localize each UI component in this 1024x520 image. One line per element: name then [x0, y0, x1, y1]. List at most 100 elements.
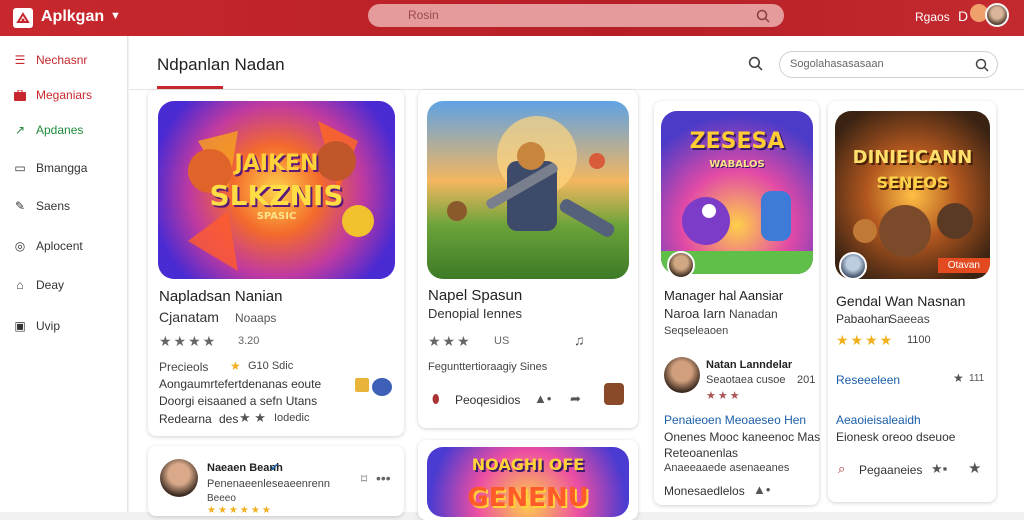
user-extra: 201 — [797, 374, 816, 386]
meta-label: Precieols — [159, 360, 209, 374]
user-name[interactable]: Rgaos — [915, 10, 950, 24]
search-icon[interactable] — [756, 8, 770, 31]
rating-stars: ★★★ — [706, 390, 742, 402]
status-badge: Otavan — [937, 258, 990, 273]
card-title[interactable]: Napel Spasun — [428, 287, 522, 304]
card-footer-label: Monesaedlelos — [664, 484, 745, 498]
card-subtitle: Naroa Iarn — [664, 306, 726, 321]
card-description: Reteoanenlas — [664, 446, 739, 460]
user-name[interactable]: Natan Lanndelar — [706, 359, 792, 371]
card-link[interactable]: Reseeeleen — [836, 373, 900, 387]
sidebar-item-label: Saens — [36, 199, 71, 213]
artwork-title-line1: DINIEICANN — [852, 147, 973, 168]
content-search-placeholder: Sogolahasasasaan — [790, 58, 884, 70]
user-avatar[interactable] — [664, 357, 700, 393]
star-icon[interactable]: ★ — [968, 459, 981, 477]
card-description: Anaeeaaede asenaeanes — [664, 462, 790, 474]
app-logo-icon[interactable] — [13, 8, 33, 28]
card-description: Onenes Mooc kaneenoc Mas — [664, 430, 821, 444]
box-icon: ▣ — [14, 319, 26, 333]
rating-stars: ★★★★★★ — [207, 505, 273, 516]
chat-icon: ▭ — [14, 161, 26, 175]
sidebar-item-meganiars[interactable]: Meganiars — [12, 88, 92, 102]
star-icon[interactable]: ★ — [953, 371, 964, 385]
briefcase-icon — [12, 88, 28, 102]
card-title[interactable]: Napladsan Nanian — [159, 288, 282, 305]
user-avatar[interactable] — [160, 459, 198, 497]
more-icon[interactable]: ••• — [376, 470, 391, 486]
user-subtitle: Penenaeenleseaeenrenn — [207, 478, 330, 490]
game-artwork[interactable]: NOAGHI OFE GENENU — [427, 447, 629, 517]
artwork-title-line1: ZESESA — [689, 129, 785, 154]
card-subtitle: Cjanatam — [159, 309, 219, 325]
content-search-input[interactable]: Sogolahasasasaan — [779, 51, 998, 78]
artwork-title-line2: GENENU — [467, 483, 589, 513]
artwork-title-line2: SLKZNIS — [209, 179, 344, 212]
chevron-down-icon[interactable]: ▼ — [110, 10, 121, 22]
card-subtitle-extra: Nanadan — [729, 307, 778, 321]
tag-icon: ⬮ — [432, 392, 440, 406]
game-artwork[interactable]: ZESESA WABALOS — [661, 111, 813, 274]
sidebar-item-aplocent[interactable]: ◎ Aplocent — [12, 239, 83, 253]
card-subtitle: Pabaohan — [836, 312, 891, 326]
link-extra: 111 — [969, 373, 985, 384]
top-search-placeholder: Rosin — [408, 8, 439, 22]
card-subtitle-extra: Noaaps — [235, 311, 277, 325]
sidebar-item-deay[interactable]: ⌂ Deay — [12, 278, 64, 292]
sidebar-item-saens[interactable]: ✎ Saens — [12, 199, 70, 213]
artwork-title-line2: SENEOS — [876, 173, 949, 192]
thumb-icon[interactable]: ▲• — [534, 391, 551, 406]
sidebar-item-bmangga[interactable]: ▭ Bmangga — [12, 161, 87, 175]
card-subtitle-extra: Saeeas — [889, 312, 930, 326]
artwork-title-line2: WABALOS — [709, 159, 765, 170]
rating-stars: ★★★★ — [836, 332, 895, 348]
sidebar-item-label: Aplocent — [36, 239, 83, 253]
meta-value: G10 Sdic — [248, 360, 294, 372]
card-link[interactable]: Penaieoen Meoaeseo Hen — [664, 413, 806, 427]
badge-icon — [355, 378, 369, 392]
globe-icon: ◎ — [14, 239, 26, 253]
trend-icon: ↗ — [14, 123, 26, 137]
thumb-icon[interactable]: ▲• — [753, 482, 770, 497]
edit-icon: ✎ — [14, 199, 26, 213]
bell-icon[interactable]: ⌑ — [361, 472, 367, 486]
top-search-input[interactable]: Rosin — [368, 4, 784, 27]
avatar-icon — [372, 378, 392, 396]
user-avatar[interactable] — [985, 3, 1009, 27]
sidebar-item-nechasnr[interactable]: ☰ Nechasnr — [12, 53, 88, 67]
search-icon[interactable] — [975, 55, 989, 80]
card-footer-label: Pegaaneies — [859, 463, 923, 477]
star-icon[interactable]: ★▪ — [931, 461, 947, 477]
sidebar-item-label: Deay — [36, 278, 65, 292]
verified-icon: ✔ — [270, 462, 280, 474]
card-title[interactable]: Gendal Wan Nasnan — [836, 293, 965, 309]
artwork-title-line1: NOAGHI OFE — [471, 455, 585, 474]
top-bar: Aplkgan ▼ Rosin Rgaos D — [0, 0, 1024, 36]
card-link[interactable]: Aeaoieisaleaidh — [836, 413, 921, 427]
user-initial: D — [958, 8, 969, 24]
user-extra: Beeeo — [207, 493, 236, 504]
bell-icon[interactable]: ♫ — [574, 332, 585, 348]
sidebar-item-apdanes[interactable]: ↗ Apdanes — [12, 123, 83, 137]
card-title[interactable]: Manager hal Aansiar — [664, 288, 783, 303]
home-icon: ⌂ — [16, 278, 24, 292]
creator-avatar[interactable] — [667, 251, 695, 279]
card-footer-label: des — [219, 412, 239, 426]
card-footer-label: Redearna — [159, 412, 212, 426]
card-footer-label: Peoqesidios — [455, 393, 521, 407]
rating-stars: ★★★ — [428, 333, 472, 349]
sidebar-item-label: Meganiars — [36, 88, 93, 102]
creator-avatar[interactable] — [839, 252, 867, 280]
share-icon[interactable]: ➦ — [570, 391, 581, 407]
app-title[interactable]: Aplkgan — [41, 8, 104, 26]
artwork-title-line3: SPASIC — [256, 211, 297, 222]
sidebar-item-uvip[interactable]: ▣ Uvip — [12, 319, 60, 333]
star-icon: ★ — [230, 359, 241, 373]
game-artwork[interactable] — [427, 101, 629, 279]
list-icon: ☰ — [14, 53, 26, 67]
sidebar — [0, 36, 128, 512]
star-icon[interactable]: ★ ★ — [239, 410, 266, 426]
search-icon[interactable] — [748, 56, 763, 74]
game-artwork[interactable]: JAIKEN SLKZNIS SPASIC — [158, 101, 395, 279]
item-icon — [604, 383, 624, 405]
